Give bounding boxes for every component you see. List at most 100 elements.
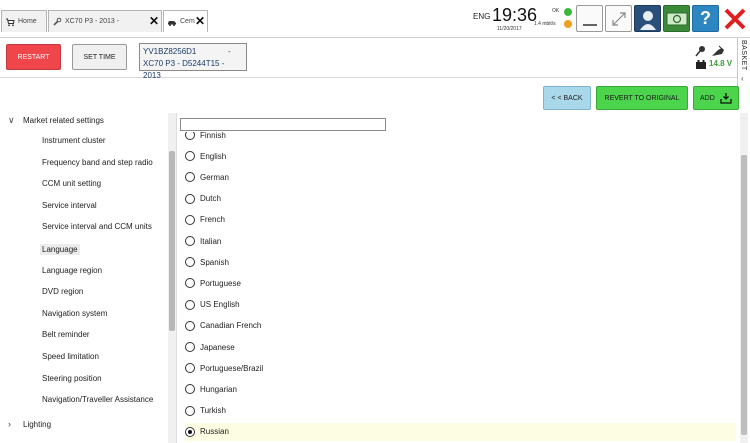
chevron-right-icon: › bbox=[8, 419, 11, 429]
tree-item[interactable]: Speed limitation bbox=[42, 352, 99, 361]
radio-icon[interactable] bbox=[185, 132, 195, 140]
tree-item[interactable]: Instrument cluster bbox=[42, 136, 106, 145]
close-tab-icon[interactable]: ✕ bbox=[195, 15, 205, 27]
money-icon bbox=[666, 12, 687, 25]
language-option[interactable]: US English bbox=[185, 296, 736, 314]
tab-cem[interactable]: Cem ✕ bbox=[163, 10, 208, 32]
tree-item[interactable]: Language bbox=[40, 244, 80, 255]
tree-item[interactable]: Belt reminder bbox=[42, 330, 90, 339]
radio-icon[interactable] bbox=[185, 257, 195, 268]
language-option-label: Japanese bbox=[200, 342, 235, 352]
tree-item[interactable]: Language region bbox=[42, 266, 102, 275]
language-option-label: Portuguese bbox=[200, 278, 241, 288]
radio-icon[interactable] bbox=[185, 236, 195, 246]
tree-item[interactable]: CCM unit setting bbox=[42, 179, 101, 188]
language-option-label: Portuguese/Brazil bbox=[200, 363, 264, 373]
radio-icon[interactable] bbox=[185, 151, 195, 162]
language-option-label: German bbox=[200, 172, 229, 182]
language-option-label: English bbox=[200, 151, 227, 161]
language-option[interactable]: Canadian French bbox=[185, 317, 736, 335]
tree-item[interactable]: Navigation/Traveller Assistance bbox=[42, 395, 153, 404]
radio-icon[interactable] bbox=[185, 342, 195, 352]
battery-voltage: 14.8 V bbox=[709, 59, 733, 68]
user-button[interactable] bbox=[634, 5, 661, 32]
list-scrollbar-thumb[interactable] bbox=[741, 155, 747, 435]
top-bar: Home XC70 P3 - 2013 - ✕ Cem ✕ ENG 19:36 … bbox=[0, 0, 750, 38]
back-button[interactable]: < < BACK bbox=[543, 86, 591, 110]
minimize-icon bbox=[582, 23, 597, 26]
date: 11/20/2017 bbox=[497, 26, 522, 32]
tree-scrollbar-thumb[interactable] bbox=[169, 151, 175, 331]
user-icon bbox=[639, 10, 656, 30]
close-icon bbox=[724, 8, 745, 29]
tree-item[interactable]: Steering position bbox=[42, 374, 102, 383]
language-option-label: Italian bbox=[200, 236, 222, 246]
language-option-label: Russian bbox=[200, 427, 229, 437]
language-option[interactable]: English bbox=[185, 147, 736, 165]
radio-icon[interactable] bbox=[185, 320, 195, 331]
set-time-button[interactable]: SET TIME bbox=[72, 44, 127, 70]
tree-group-market[interactable]: ∨ Market related settings bbox=[8, 115, 104, 125]
language-indicator[interactable]: ENG bbox=[473, 12, 490, 21]
vehicle-model: XC70 P3 - D5244T15 - 2013 bbox=[143, 59, 225, 80]
language-option[interactable]: Japanese bbox=[185, 338, 736, 356]
tab-cem-label: Cem bbox=[180, 18, 195, 25]
radio-checked-icon[interactable] bbox=[185, 426, 195, 437]
radio-icon[interactable] bbox=[185, 405, 195, 416]
radio-icon[interactable] bbox=[185, 384, 195, 395]
language-option[interactable]: Hungarian bbox=[185, 380, 736, 398]
credits-button[interactable] bbox=[663, 5, 690, 32]
language-option-label: Hungarian bbox=[200, 384, 237, 394]
add-button-label: ADD bbox=[700, 94, 715, 102]
status-warning-icon bbox=[564, 20, 572, 28]
language-option-label: Dutch bbox=[200, 194, 221, 204]
language-option[interactable]: Turkish bbox=[185, 402, 736, 420]
language-option[interactable]: French bbox=[185, 211, 736, 229]
language-option[interactable]: German bbox=[185, 168, 736, 186]
tab-home-label: Home bbox=[18, 18, 37, 25]
close-app-button[interactable] bbox=[721, 5, 748, 32]
home-cart-icon bbox=[5, 17, 15, 27]
add-button[interactable]: ADD bbox=[693, 86, 739, 110]
radio-icon[interactable] bbox=[185, 214, 195, 225]
language-option[interactable]: Russian bbox=[185, 422, 736, 441]
vehicle-info[interactable]: YV1BZ8256D1 - XC70 P3 - D5244T15 - 2013 bbox=[139, 43, 247, 80]
language-option[interactable]: Finnish bbox=[185, 132, 736, 144]
vehicle-separator: - bbox=[228, 47, 231, 56]
help-icon: ? bbox=[700, 8, 711, 28]
search-input[interactable] bbox=[180, 118, 386, 131]
car-icon bbox=[167, 17, 177, 27]
radio-icon[interactable] bbox=[185, 172, 195, 183]
tree-group-label: Lighting bbox=[23, 420, 52, 429]
language-option[interactable]: Italian bbox=[185, 232, 736, 250]
language-option[interactable]: Spanish bbox=[185, 253, 736, 271]
tree-item[interactable]: DVD region bbox=[42, 287, 83, 296]
wrench-icon bbox=[52, 17, 62, 27]
fullscreen-button[interactable] bbox=[605, 5, 632, 32]
language-panel: Finnish English German Dutch French Italian Sp… bbox=[177, 113, 750, 443]
revert-to-original-button[interactable]: REVERT TO ORIGINAL bbox=[596, 86, 688, 110]
language-option[interactable]: Dutch bbox=[185, 190, 736, 208]
expand-icon bbox=[611, 11, 626, 26]
help-button[interactable]: ? bbox=[692, 5, 719, 32]
language-option[interactable]: Portuguese/Brazil bbox=[185, 359, 736, 377]
restart-button[interactable]: RESTART bbox=[6, 44, 61, 70]
minimize-button[interactable] bbox=[576, 5, 603, 32]
language-option[interactable]: Portuguese bbox=[185, 274, 736, 292]
tab-home[interactable]: Home bbox=[1, 10, 47, 32]
tree-item[interactable]: Navigation system bbox=[42, 309, 107, 318]
language-option-label: Spanish bbox=[200, 257, 229, 267]
language-option-label: Finnish bbox=[200, 132, 226, 140]
tab-vehicle[interactable]: XC70 P3 - 2013 - ✕ bbox=[48, 10, 162, 32]
radio-icon[interactable] bbox=[185, 278, 195, 289]
basket-label: BASKET bbox=[740, 40, 747, 71]
radio-icon[interactable] bbox=[185, 193, 195, 204]
tree-item[interactable]: Frequency band and step radio bbox=[42, 158, 153, 167]
radio-icon[interactable] bbox=[185, 299, 195, 310]
close-tab-icon[interactable]: ✕ bbox=[149, 15, 159, 27]
tree-group-lighting[interactable]: › Lighting bbox=[8, 419, 52, 429]
tree-item[interactable]: Service interval and CCM units bbox=[42, 222, 152, 231]
basket-tab[interactable]: BASKET ‹ bbox=[737, 38, 750, 86]
radio-icon[interactable] bbox=[185, 363, 195, 374]
tree-item[interactable]: Service interval bbox=[42, 201, 97, 210]
